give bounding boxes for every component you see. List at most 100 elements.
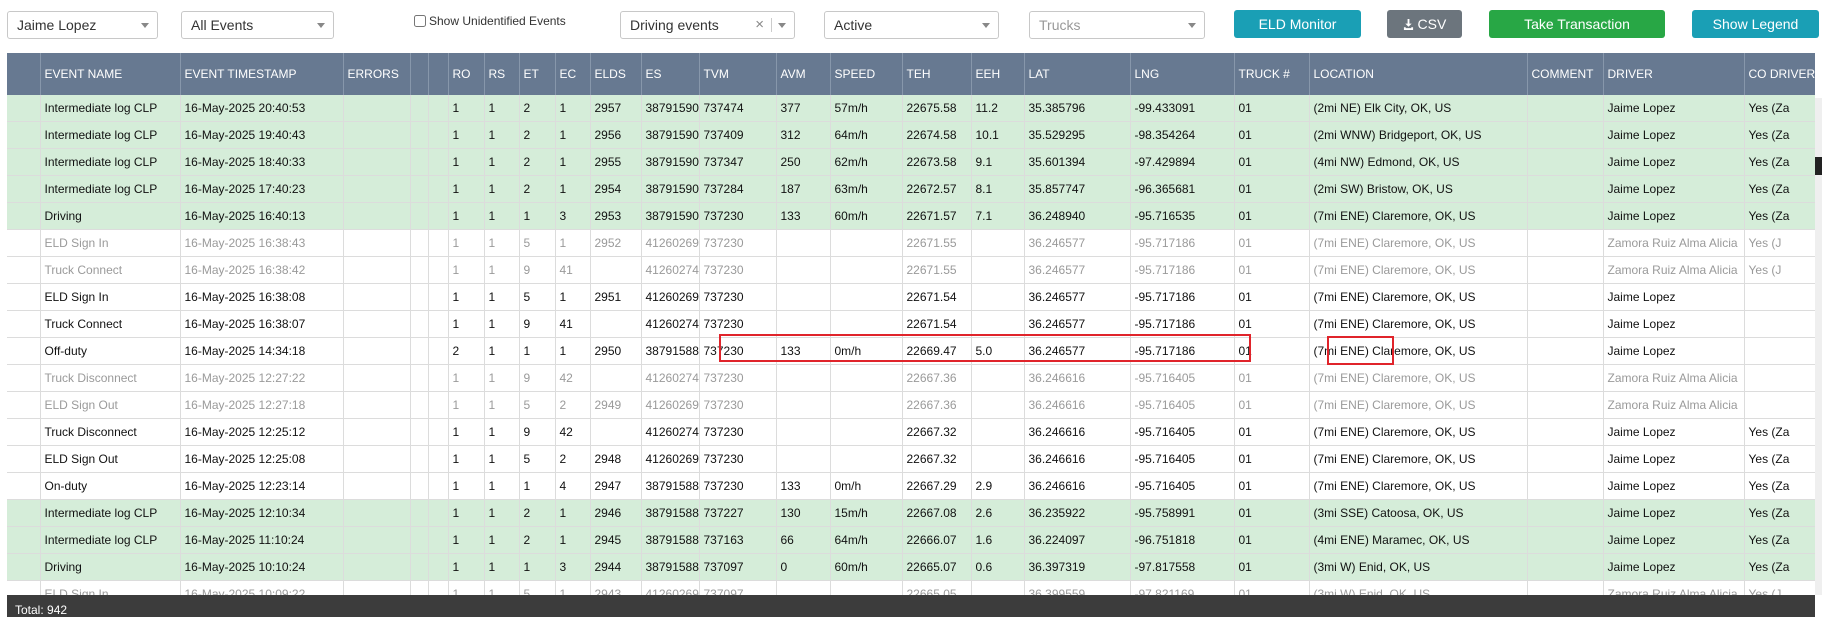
- cell-comment: [1527, 148, 1604, 176]
- column-header-blank-a[interactable]: [410, 53, 429, 95]
- column-header-lat[interactable]: LAT: [1024, 53, 1131, 95]
- cell-lng: -95.716405: [1130, 364, 1235, 392]
- cell-avm: 312: [776, 121, 831, 149]
- column-header-event-timestamp[interactable]: EVENT TIMESTAMP: [180, 53, 344, 95]
- cell-errors: [343, 580, 411, 595]
- cell-blank-b: [428, 229, 449, 257]
- cell-rs: 1: [484, 202, 520, 230]
- cell-event-name: ELD Sign Out: [40, 445, 181, 473]
- table-row[interactable]: Intermediate log CLP 16-May-2025 11:10:24…: [7, 526, 1815, 554]
- cell-speed: [830, 310, 903, 338]
- column-header-truck[interactable]: TRUCK #: [1234, 53, 1310, 95]
- cell-driver: Zamora Ruiz Alma Alicia: [1603, 229, 1745, 257]
- show-legend-button[interactable]: Show Legend: [1692, 10, 1819, 38]
- cell-rs: 1: [484, 445, 520, 473]
- table-row[interactable]: On-duty 16-May-2025 12:23:14 1 1 1 4 2947 38791…: [7, 472, 1815, 500]
- cell-blank-a: [410, 310, 429, 338]
- table-row[interactable]: Truck Connect 16-May-2025 16:38:42 1 1 9 41 41…: [7, 256, 1815, 284]
- cell-driver: Jaime Lopez: [1603, 499, 1745, 527]
- column-header-event-name[interactable]: EVENT NAME: [40, 53, 181, 95]
- table-row[interactable]: Driving 16-May-2025 16:40:13 1 1 1 3 2953 38791…: [7, 202, 1815, 230]
- table-row[interactable]: Truck Disconnect 16-May-2025 12:25:12 1 1 9 4…: [7, 418, 1815, 446]
- column-header-blank-b[interactable]: [428, 53, 449, 95]
- cell-speed: 15m/h: [830, 499, 903, 527]
- cell-truck: 01: [1234, 202, 1310, 230]
- cell-event-timestamp: 16-May-2025 16:40:13: [180, 202, 344, 230]
- column-header-errors[interactable]: ERRORS: [343, 53, 411, 95]
- take-transaction-button[interactable]: Take Transaction: [1489, 10, 1665, 38]
- column-header-elds[interactable]: ELDS: [590, 53, 642, 95]
- cell-errors: [343, 391, 411, 419]
- table-row[interactable]: Intermediate log CLP 16-May-2025 12:10:34…: [7, 499, 1815, 527]
- cell-lng: -95.716405: [1130, 391, 1235, 419]
- column-header-tvm[interactable]: TVM: [699, 53, 777, 95]
- status-select[interactable]: Active: [824, 11, 999, 39]
- table-row[interactable]: ELD Sign In 16-May-2025 16:38:43 1 1 5 1 2952 4…: [7, 229, 1815, 257]
- cell-blank-a: [410, 283, 429, 311]
- eld-monitor-label: ELD Monitor: [1258, 16, 1337, 32]
- cell-lng: -95.717186: [1130, 283, 1235, 311]
- cell-location: (3mi W) Enid, OK, US: [1309, 553, 1528, 581]
- table-row[interactable]: Intermediate log CLP 16-May-2025 17:40:23…: [7, 175, 1815, 203]
- cell-comment: [1527, 175, 1604, 203]
- table-row[interactable]: Intermediate log CLP 16-May-2025 19:40:43…: [7, 121, 1815, 149]
- cell-speed: 64m/h: [830, 526, 903, 554]
- cell-lat: 36.246616: [1024, 445, 1131, 473]
- table-row[interactable]: Intermediate log CLP 16-May-2025 18:40:33…: [7, 148, 1815, 176]
- table-row[interactable]: ELD Sign In 16-May-2025 16:38:08 1 1 5 1 2951 4…: [7, 283, 1815, 311]
- table-row[interactable]: ELD Sign Out 16-May-2025 12:25:08 1 1 5 2 2948…: [7, 445, 1815, 473]
- clear-icon[interactable]: ×: [755, 12, 764, 38]
- cell-comment: [1527, 580, 1604, 595]
- column-header-et[interactable]: ET: [519, 53, 556, 95]
- column-header-comment[interactable]: COMMENT: [1527, 53, 1604, 95]
- cell-speed: [830, 445, 903, 473]
- column-header-lng[interactable]: LNG: [1130, 53, 1235, 95]
- show-unidentified-toggle[interactable]: Show Unidentified Events: [414, 14, 566, 28]
- cell-comment: [1527, 499, 1604, 527]
- show-unidentified-checkbox[interactable]: [414, 15, 426, 27]
- column-header-location[interactable]: LOCATION: [1309, 53, 1528, 95]
- column-header-avm[interactable]: AVM: [776, 53, 831, 95]
- column-header-rs[interactable]: RS: [484, 53, 520, 95]
- cell-co-driver: Yes (Za: [1744, 553, 1815, 581]
- cell-event-timestamp: 16-May-2025 16:38:08: [180, 283, 344, 311]
- cell-truck: 01: [1234, 175, 1310, 203]
- table-row[interactable]: ELD Sign Out 16-May-2025 12:27:18 1 1 5 2 2949…: [7, 391, 1815, 419]
- column-header-co-driver[interactable]: CO DRIVER: [1744, 53, 1815, 95]
- table-row[interactable]: ELD Sign In 16-May-2025 10:09:22 1 1 5 1 2943 4…: [7, 580, 1815, 595]
- table-row[interactable]: Driving 16-May-2025 10:10:24 1 1 1 3 2944 38791…: [7, 553, 1815, 581]
- table-row[interactable]: Truck Disconnect 16-May-2025 12:27:22 1 1 9 4…: [7, 364, 1815, 392]
- select-divider: [771, 18, 772, 32]
- driver-select[interactable]: Jaime Lopez: [7, 11, 158, 39]
- trucks-select[interactable]: Trucks: [1029, 11, 1205, 39]
- cell-eeh: [971, 391, 1025, 419]
- cell-select: [7, 256, 41, 284]
- cell-ro: 1: [448, 310, 485, 338]
- cell-lat: 36.246616: [1024, 418, 1131, 446]
- column-header-ec[interactable]: EC: [555, 53, 591, 95]
- cell-event-timestamp: 16-May-2025 10:09:22: [180, 580, 344, 595]
- cell-location: (7mi ENE) Claremore, OK, US: [1309, 418, 1528, 446]
- csv-button[interactable]: CSV: [1387, 10, 1462, 38]
- event-filter-select[interactable]: All Events: [181, 11, 334, 39]
- column-header-driver[interactable]: DRIVER: [1603, 53, 1745, 95]
- cell-lng: -95.717186: [1130, 337, 1235, 365]
- table-row[interactable]: Intermediate log CLP 16-May-2025 20:40:53…: [7, 95, 1815, 122]
- column-header-select[interactable]: [7, 53, 41, 95]
- column-header-ro[interactable]: RO: [448, 53, 485, 95]
- cell-truck: 01: [1234, 445, 1310, 473]
- table-row[interactable]: Truck Connect 16-May-2025 16:38:07 1 1 9 41 41…: [7, 310, 1815, 338]
- column-header-es[interactable]: ES: [641, 53, 700, 95]
- cell-lng: -95.716405: [1130, 472, 1235, 500]
- scrollbar-thumb[interactable]: [1815, 157, 1822, 175]
- cell-es: 41260274: [641, 418, 700, 446]
- column-header-eeh[interactable]: EEH: [971, 53, 1025, 95]
- column-header-speed[interactable]: SPEED: [830, 53, 903, 95]
- cell-lng: -97.821169: [1130, 580, 1235, 595]
- cell-eeh: [971, 283, 1025, 311]
- eld-monitor-button[interactable]: ELD Monitor: [1234, 10, 1361, 38]
- cell-select: [7, 95, 41, 122]
- table-row[interactable]: Off-duty 16-May-2025 14:34:18 2 1 1 1 2950 3879…: [7, 337, 1815, 365]
- column-header-teh[interactable]: TEH: [902, 53, 972, 95]
- event-type-select[interactable]: Driving events ×: [620, 11, 795, 39]
